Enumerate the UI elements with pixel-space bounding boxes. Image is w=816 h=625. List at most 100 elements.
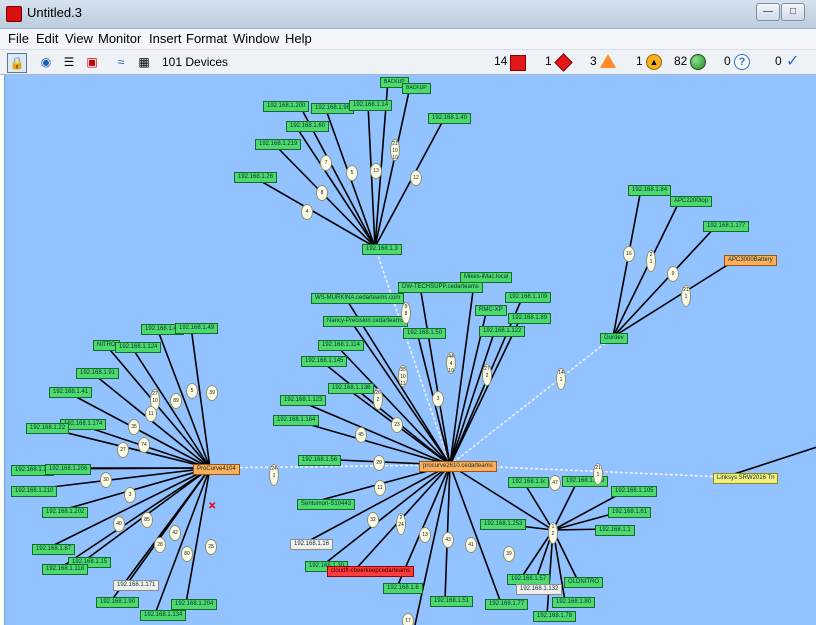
node-192-168-1-200[interactable]: 192.168.1.200 (263, 101, 310, 112)
node-oldnitro[interactable]: OLDNITRO (564, 577, 604, 588)
menu-window[interactable]: Window (233, 31, 279, 46)
node-192-168-1-253[interactable]: 192.168.1.253 (480, 519, 527, 530)
menu-file[interactable]: File (8, 31, 29, 46)
node-sentumon[interactable]: Sentumon-S10443 (297, 499, 356, 510)
node-192-168-1-84[interactable]: 192.168.1.84 (628, 185, 672, 196)
minimize-button[interactable]: — (756, 3, 780, 21)
graph-button[interactable]: ≈ (112, 53, 130, 71)
link-badge: 25 (205, 539, 217, 555)
devices-icon: ▦ (138, 55, 150, 69)
node-192-168-1-3[interactable]: 192.168.1.3 (362, 244, 402, 255)
alarm-button[interactable]: ▣ (83, 53, 101, 71)
link-badge: 28 (154, 537, 166, 553)
node-192-168-1-96[interactable]: 192.168.1.96 (311, 103, 355, 114)
link-badge: 17 (402, 613, 414, 625)
link-badge: 35 10 11 (398, 365, 408, 387)
link-badge: 1 2 (548, 522, 558, 544)
link-badge: 32 (367, 512, 379, 528)
node-192-168-1-204[interactable]: 192.168.1.204 (171, 599, 218, 610)
node-192-168-1-61[interactable]: 192.168.1.61 (608, 507, 652, 518)
link-badge: 26 2 (373, 388, 383, 410)
node-192-168-1-202[interactable]: 192.168.1.202 (42, 507, 89, 518)
node-192-168-1-91[interactable]: 192.168.1.91 (76, 368, 120, 379)
node-192-168-1-51[interactable]: 192.168.1.51 (430, 596, 474, 607)
link-badge: 21 1 (593, 463, 603, 485)
network-link (612, 188, 642, 338)
node-192-168-1-1[interactable]: 192.168.1.1 (595, 525, 635, 536)
node-ws-murkina[interactable]: WS-MURKINA.cedarteams.com (311, 293, 405, 304)
link-badge: 85 (141, 512, 153, 528)
node-procurve4104[interactable]: ProCurve4104 (193, 464, 240, 475)
link-badge: 9 (667, 266, 679, 282)
menu-view[interactable]: View (65, 31, 93, 46)
menu-monitor[interactable]: Monitor (98, 31, 141, 46)
node-192-168-1-50[interactable]: 192.168.1.50 (403, 328, 447, 339)
node-192-168-1-40[interactable]: 192.168.1.40 (428, 113, 472, 124)
node-192-168-1-122[interactable]: 192.168.1.122 (479, 326, 526, 337)
node-192-168-1-164[interactable]: 192.168.1.164 (273, 415, 320, 426)
node-192-168-1-80[interactable]: 192.168.1.80 (552, 597, 596, 608)
link-badge: 27 2 (482, 364, 492, 386)
link-badge: 14 1 (556, 368, 566, 390)
link-badge: 40 (113, 516, 125, 532)
menu-format[interactable]: Format (186, 31, 227, 46)
node-linksys-srw2016[interactable]: Linksys SRW2016 Tn (713, 473, 779, 484)
node-192-168-1-206[interactable]: 192.168.1.206 (45, 464, 92, 475)
devices-button[interactable]: ▦ (135, 53, 153, 71)
node-192-168-1-138[interactable]: 192.168.1.138 (328, 383, 375, 394)
node-procurve2610[interactable]: procurve2610.cedarteams (419, 461, 497, 472)
node-192-168-1-56[interactable]: 192.168.1.56 (298, 455, 342, 466)
maximize-button[interactable]: □ (781, 3, 805, 21)
node-192-168-1-41[interactable]: 192.168.1.41 (49, 387, 93, 398)
link-badge: 29 (373, 455, 385, 471)
node-192-168-1-109[interactable]: 192.168.1.109 (505, 292, 552, 303)
stat-ack-count: 0 (775, 54, 782, 68)
node-192-168-1-145[interactable]: 192.168.1.145 (301, 356, 348, 367)
node-192-168-1-49[interactable]: 192.168.1.49 (175, 323, 219, 334)
node-gurdev[interactable]: Gurdev (600, 333, 628, 344)
node-192-168-1-105[interactable]: 192.168.1.105 (611, 486, 658, 497)
node-192-168-1-77[interactable]: 192.168.1.77 (485, 599, 529, 610)
maximize-icon: □ (789, 6, 797, 17)
node-192-168-1-177[interactable]: 192.168.1.177 (703, 221, 750, 232)
menu-insert[interactable]: Insert (149, 31, 182, 46)
node-alert-device[interactable]: cloudft-cbeerkeepcedarteams (327, 566, 415, 577)
node-nancy-precision[interactable]: Nancy-Precision.cedarteams (323, 316, 408, 327)
menu-help[interactable]: Help (285, 31, 312, 46)
list-button[interactable]: ☰ (60, 53, 78, 71)
node-192-168-1-87[interactable]: 192.168.1.87 (32, 544, 76, 555)
node-192-168-1-tx[interactable]: 192.168.1.tx (508, 477, 550, 488)
node-192-168-1-118[interactable]: 192.168.1.118 (42, 564, 88, 575)
node-192-168-1-219[interactable]: 192.168.1.219 (255, 139, 302, 150)
node-dw-techsupp[interactable]: DW-TECHSUPP.cedarteams (398, 282, 483, 293)
menu-edit[interactable]: Edit (36, 31, 58, 46)
node-192-168-1-16[interactable]: 192.168.1.16 (290, 539, 334, 550)
node-192-168-1-6[interactable]: 192.168.1.6 (383, 583, 423, 594)
node-192-168-1-14[interactable]: 192.168.1.14 (349, 100, 393, 111)
node-192-168-1-123[interactable]: 192.168.1.123 (280, 395, 327, 406)
link-badge: 9 8 (401, 302, 411, 324)
node-apc2200top[interactable]: APC2200top (670, 196, 713, 207)
node-192-168-1-134[interactable]: 192.168.1.134 (140, 610, 187, 621)
node-192-168-1-132[interactable]: 192.168.1.132 (516, 584, 563, 595)
lock-button[interactable]: 🔒 (7, 53, 27, 73)
network-link (449, 329, 496, 466)
node-rmc-xp[interactable]: RMC-XP (475, 305, 507, 316)
node-192-168-1-114[interactable]: 192.168.1.114 (318, 340, 364, 351)
node-192-168-1-210[interactable]: 192.168.1.210 (11, 486, 58, 497)
node-192-168-1-22[interactable]: 192.168.1.22 (26, 423, 70, 434)
window-title: Untitled.3 (27, 5, 82, 20)
node-apc3000battery[interactable]: APC3000Battery (724, 255, 777, 266)
node-192-168-1-78[interactable]: 192.168.1.78 (533, 611, 577, 622)
node-192-168-1-124[interactable]: 192.168.1.124 (115, 342, 162, 353)
node-192-168-1-171[interactable]: 192.168.1.171 (113, 580, 160, 591)
globe-button[interactable]: ◉ (37, 53, 55, 71)
network-map-canvas[interactable]: BACKUP BACKUP 192.168.1.60 192.168.1.200… (4, 75, 816, 625)
node-192-168-1-90[interactable]: 192.168.1.90 (96, 597, 140, 608)
node-192-168-1-89[interactable]: 192.168.1.89 (508, 313, 552, 324)
node-192-168-1-26[interactable]: 192.168.1.26 (234, 172, 278, 183)
node-backup-2[interactable]: BACKUP (402, 83, 431, 94)
network-link (449, 336, 614, 466)
node-192-168-1-60[interactable]: 192.168.1.60 (286, 121, 330, 132)
stat-down-count: 14 (494, 54, 508, 68)
